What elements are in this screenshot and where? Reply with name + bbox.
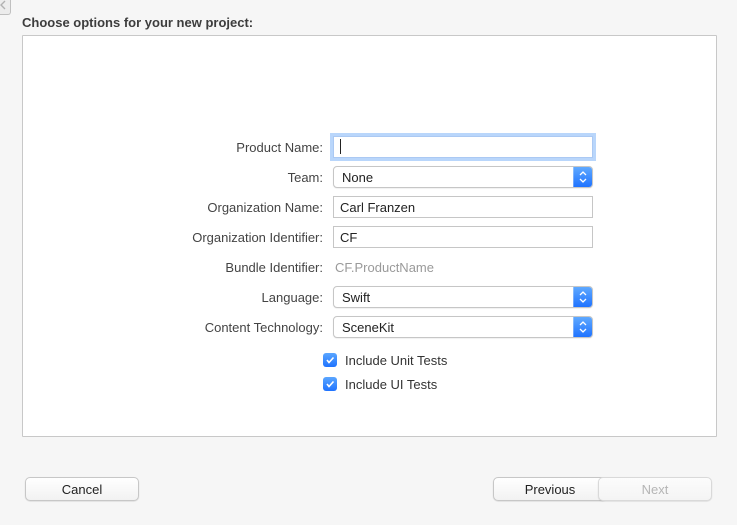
language-value: Swift	[342, 290, 584, 305]
popup-stepper-icon	[573, 317, 592, 337]
team-popup[interactable]: None	[333, 166, 593, 188]
new-project-options-sheet: Choose options for your new project: Pro…	[0, 0, 737, 525]
organization-name-input[interactable]	[333, 196, 593, 218]
language-popup[interactable]: Swift	[333, 286, 593, 308]
include-unit-tests-checkbox[interactable]	[323, 353, 337, 367]
cancel-button[interactable]: Cancel	[25, 477, 139, 501]
include-ui-tests-checkbox[interactable]	[323, 377, 337, 391]
product-name-input[interactable]	[333, 136, 593, 158]
organization-identifier-label: Organization Identifier:	[23, 230, 333, 245]
team-label: Team:	[23, 170, 333, 185]
next-button: Next	[598, 477, 712, 501]
bundle-identifier-label: Bundle Identifier:	[23, 260, 333, 275]
organization-name-label: Organization Name:	[23, 200, 333, 215]
content-technology-value: SceneKit	[342, 320, 584, 335]
content-technology-label: Content Technology:	[23, 320, 333, 335]
include-ui-tests-row[interactable]: Include UI Tests	[323, 372, 583, 396]
content-technology-popup[interactable]: SceneKit	[333, 316, 593, 338]
previous-button[interactable]: Previous	[493, 477, 607, 501]
include-unit-tests-label: Include Unit Tests	[345, 353, 447, 368]
include-unit-tests-row[interactable]: Include Unit Tests	[323, 348, 583, 372]
team-value: None	[342, 170, 584, 185]
popup-stepper-icon	[573, 287, 592, 307]
text-cursor	[340, 139, 341, 154]
options-form: Product Name: Team: None	[23, 132, 716, 396]
include-ui-tests-label: Include UI Tests	[345, 377, 437, 392]
footer-bar: Cancel Previous Next	[0, 477, 737, 507]
product-name-label: Product Name:	[23, 140, 333, 155]
options-panel: Product Name: Team: None	[22, 35, 717, 437]
tab-nub[interactable]	[0, 0, 11, 15]
language-label: Language:	[23, 290, 333, 305]
bundle-identifier-value: CF.ProductName	[333, 258, 593, 277]
popup-stepper-icon	[573, 167, 592, 187]
sheet-heading: Choose options for your new project:	[22, 15, 253, 30]
organization-identifier-input[interactable]	[333, 226, 593, 248]
